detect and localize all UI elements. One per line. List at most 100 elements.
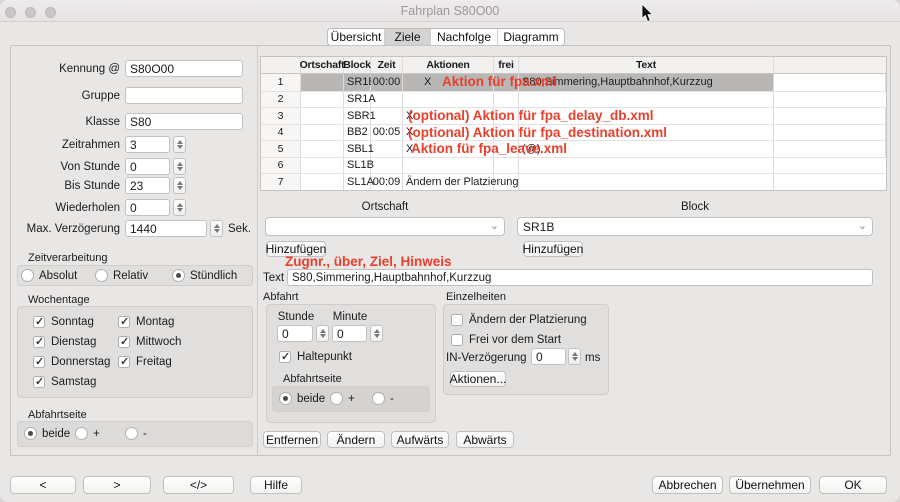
abwaerts-button[interactable]: Abwärts xyxy=(456,431,514,448)
bis-stunde-stepper[interactable] xyxy=(173,177,186,194)
radio-stuendlich-label: Stündlich xyxy=(190,270,237,282)
checkbox-samstag-label: Samstag xyxy=(51,376,96,388)
chevron-down-icon: ⌄ xyxy=(490,219,499,232)
checkbox-aendern-platzierung[interactable]: Ändern der Platzierung xyxy=(451,314,587,326)
radio-beide-dot xyxy=(279,392,292,405)
stunde-input[interactable] xyxy=(277,325,313,342)
wiederholen-input[interactable] xyxy=(125,199,170,216)
radio-links-plus-label: + xyxy=(93,428,100,440)
radio-links-minus[interactable]: - xyxy=(125,427,147,440)
checkbox-sonntag[interactable]: Sonntag xyxy=(33,316,94,328)
checkbox-donnerstag-box xyxy=(33,356,45,368)
checkbox-freitag[interactable]: Freitag xyxy=(118,356,172,368)
ziele-table: Ortschaft Block Zeit Aktionen frei Text … xyxy=(260,56,887,191)
checkbox-mittwoch-box xyxy=(118,336,130,348)
stunde-label: Stunde xyxy=(277,311,315,323)
checkbox-dienstag[interactable]: Dienstag xyxy=(33,336,96,348)
zeitrahmen-input[interactable] xyxy=(125,136,170,153)
checkbox-samstag[interactable]: Samstag xyxy=(33,376,96,388)
checkbox-sonntag-box xyxy=(33,316,45,328)
radio-absolut-dot xyxy=(21,269,34,282)
tab-ziele[interactable]: Ziele xyxy=(385,29,431,45)
table-row-7[interactable]: 7 SL1A 00:09 Ändern der Platzierung xyxy=(261,173,886,190)
zeitrahmen-stepper[interactable] xyxy=(173,136,186,153)
radio-plus[interactable]: + xyxy=(330,392,355,405)
checkbox-donnerstag[interactable]: Donnerstag xyxy=(33,356,110,368)
stunde-stepper[interactable] xyxy=(316,325,329,342)
checkbox-mittwoch[interactable]: Mittwoch xyxy=(118,336,181,348)
radio-links-plus-dot xyxy=(75,427,88,440)
table-row-2[interactable]: 2 SR1A xyxy=(261,91,886,108)
prev-button[interactable]: < xyxy=(10,476,76,494)
max-verzoegerung-stepper[interactable] xyxy=(210,220,223,237)
radio-links-beide[interactable]: beide xyxy=(24,427,70,440)
klasse-input[interactable] xyxy=(125,113,243,130)
code-button[interactable]: </> xyxy=(163,476,234,494)
abfahrtseite-links-label: Abfahrtseite xyxy=(28,409,87,421)
radio-absolut[interactable]: Absolut xyxy=(21,269,77,282)
hilfe-button[interactable]: Hilfe xyxy=(250,476,302,494)
radio-links-minus-label: - xyxy=(143,428,147,440)
next-button[interactable]: > xyxy=(83,476,151,494)
hinzufuegen-block-button[interactable]: Hinzufügen xyxy=(523,241,583,257)
window-title: Fahrplan S80O00 xyxy=(0,4,900,18)
radio-plus-label: + xyxy=(348,393,355,405)
text-input[interactable] xyxy=(287,269,873,286)
minute-label: Minute xyxy=(332,311,368,323)
wiederholen-stepper[interactable] xyxy=(173,199,186,216)
checkbox-donnerstag-label: Donnerstag xyxy=(51,356,110,368)
klasse-label: Klasse xyxy=(14,116,120,128)
radio-minus[interactable]: - xyxy=(372,392,394,405)
abfahrt-label: Abfahrt xyxy=(263,291,298,303)
tab-diagramm[interactable]: Diagramm xyxy=(498,29,564,45)
checkbox-montag[interactable]: Montag xyxy=(118,316,174,328)
gruppe-input[interactable] xyxy=(125,87,243,104)
table-row-4[interactable]: 4 BB2 00:05 X (optional) Aktion für fpa_… xyxy=(261,124,886,141)
tab-nachfolge[interactable]: Nachfolge xyxy=(431,29,498,45)
tab-uebersicht[interactable]: Übersicht xyxy=(328,29,385,45)
checkbox-haltepunkt[interactable]: Haltepunkt xyxy=(279,351,352,363)
kennung-input[interactable] xyxy=(125,60,243,77)
ortschaft-select[interactable]: ⌄ xyxy=(265,217,505,236)
table-row-3[interactable]: 3 SBR1 X (optional) Aktion für fpa_delay… xyxy=(261,107,886,124)
checkbox-samstag-box xyxy=(33,376,45,388)
in-verzoegerung-input[interactable] xyxy=(531,348,566,365)
checkbox-sonntag-label: Sonntag xyxy=(51,316,94,328)
uebernehmen-button[interactable]: Übernehmen xyxy=(729,476,811,494)
checkbox-frei-vor-start-box xyxy=(451,334,463,346)
checkbox-montag-label: Montag xyxy=(136,316,174,328)
von-stunde-label: Von Stunde xyxy=(14,161,120,173)
in-verzoegerung-label: IN-Verzögerung xyxy=(446,352,527,364)
in-verzoegerung-stepper[interactable] xyxy=(568,348,581,365)
radio-links-plus[interactable]: + xyxy=(75,427,100,440)
radio-beide[interactable]: beide xyxy=(279,392,325,405)
block-picker-label: Block xyxy=(517,201,873,213)
minute-input[interactable] xyxy=(332,325,367,342)
max-verzoegerung-label: Max. Verzögerung xyxy=(14,223,120,235)
table-row-5[interactable]: 5 SBL1 X (@) Aktion für fpa_leave.xml xyxy=(261,140,886,157)
bis-stunde-input[interactable] xyxy=(125,177,170,194)
max-verzoegerung-input[interactable] xyxy=(125,220,207,237)
einzelheiten-label: Einzelheiten xyxy=(446,291,506,303)
table-row-1[interactable]: 1 SR1B 00:00 X S80,Simmering,Hauptbahnho… xyxy=(261,74,886,91)
radio-relativ-label: Relativ xyxy=(113,270,148,282)
block-select-value: SR1B xyxy=(523,220,554,234)
abbrechen-button[interactable]: Abbrechen xyxy=(652,476,723,494)
radio-relativ[interactable]: Relativ xyxy=(95,269,148,282)
von-stunde-input[interactable] xyxy=(125,158,170,175)
table-row-6[interactable]: 6 SL1B xyxy=(261,157,886,174)
col-text: Text xyxy=(519,57,774,73)
radio-stuendlich[interactable]: Stündlich xyxy=(172,269,237,282)
checkbox-frei-vor-start-label: Frei vor dem Start xyxy=(469,334,561,346)
ok-button[interactable]: OK xyxy=(819,476,887,494)
aktionen-button[interactable]: Aktionen... xyxy=(450,371,506,387)
wiederholen-label: Wiederholen xyxy=(14,202,120,214)
von-stunde-stepper[interactable] xyxy=(173,158,186,175)
aufwaerts-button[interactable]: Aufwärts xyxy=(391,431,449,448)
aendern-button[interactable]: Ändern xyxy=(327,431,385,448)
entfernen-button[interactable]: Entfernen xyxy=(263,431,321,448)
block-select[interactable]: SR1B ⌄ xyxy=(517,217,873,236)
col-nr xyxy=(261,57,301,73)
checkbox-frei-vor-start[interactable]: Frei vor dem Start xyxy=(451,334,561,346)
minute-stepper[interactable] xyxy=(370,325,383,342)
